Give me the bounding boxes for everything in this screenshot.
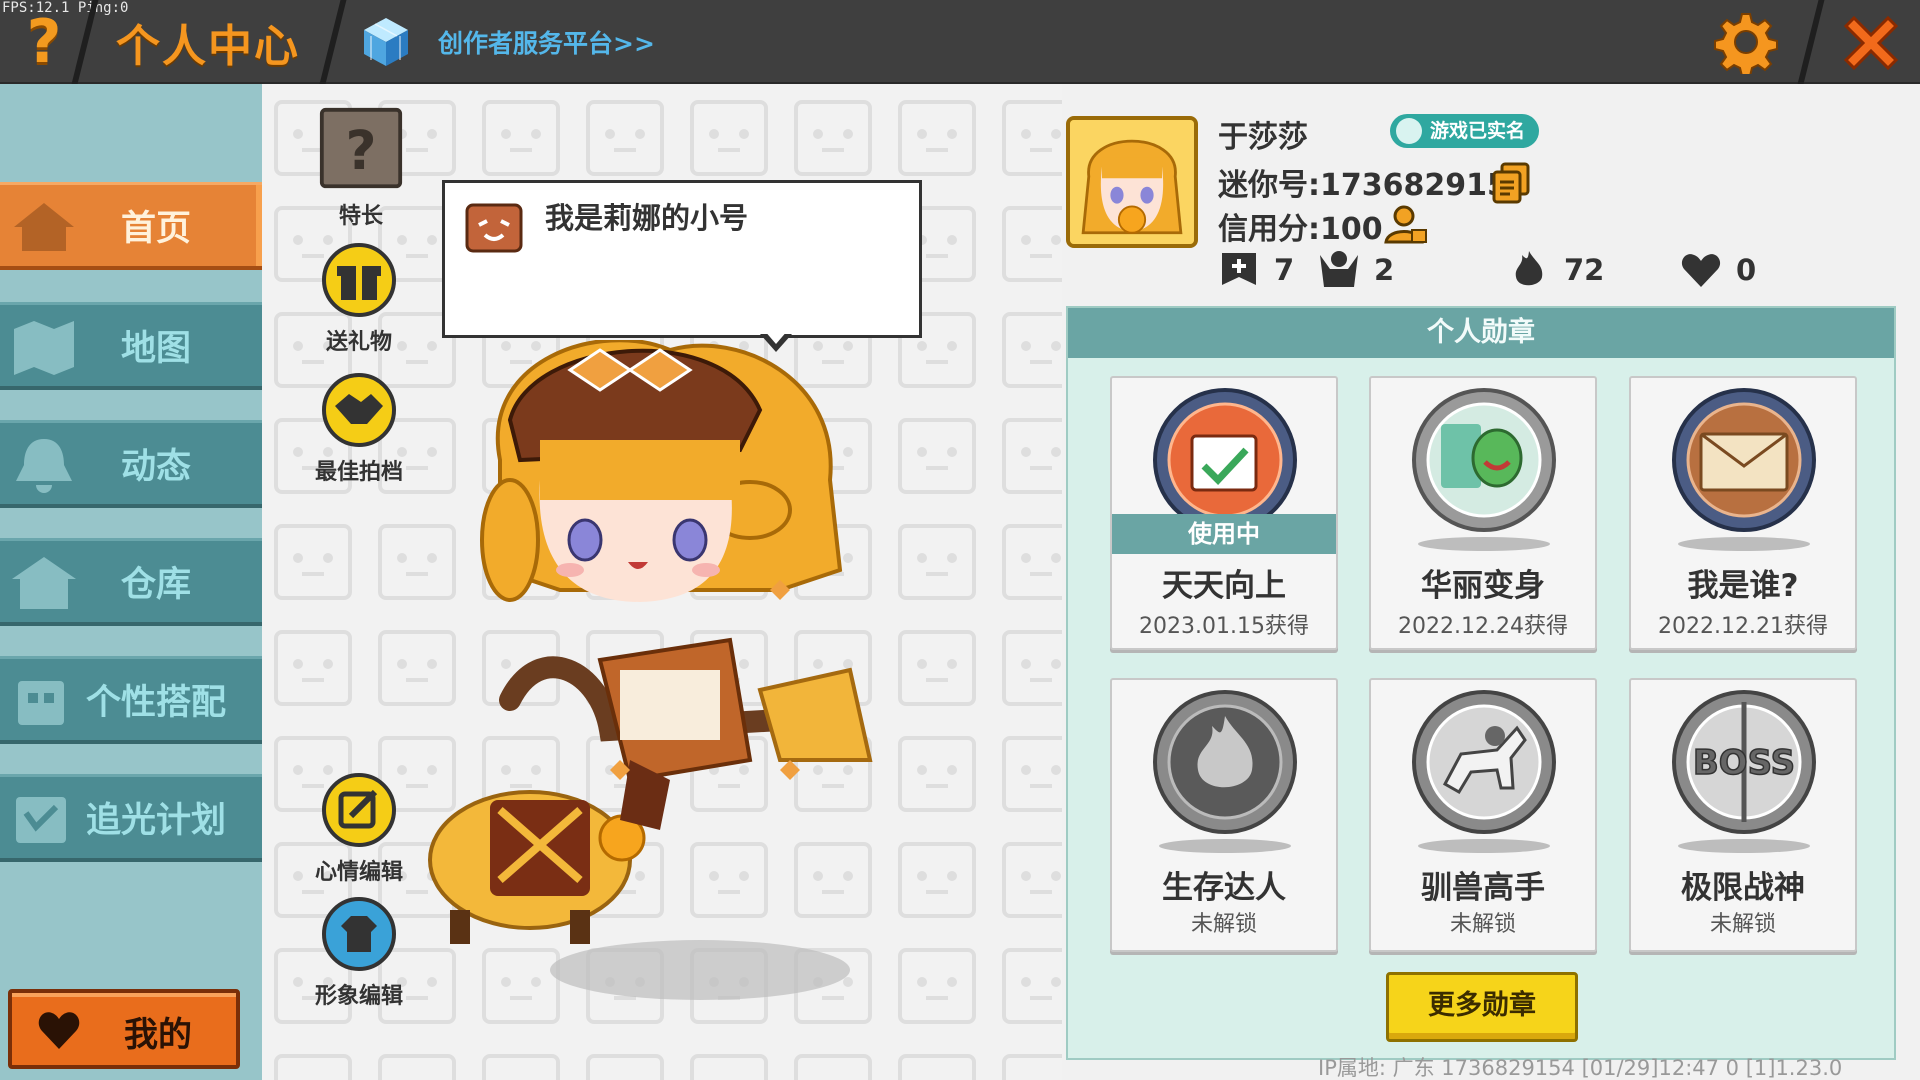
user-verified-icon (1396, 118, 1422, 144)
likes-stat[interactable]: 0 (1680, 248, 1756, 292)
medal-date: 2022.12.21获得 (1658, 614, 1828, 639)
medal-card[interactable]: 使用中 天天向上 2023.01.15获得 (1110, 376, 1338, 650)
likes-count: 0 (1736, 253, 1757, 287)
sidebar-item-outfit[interactable]: 个性搭配 (0, 656, 262, 744)
friends-count: 7 (1274, 253, 1295, 287)
friends-stat[interactable]: 7 (1218, 248, 1294, 292)
sidebar-item-home[interactable]: 首页 (0, 182, 262, 270)
medal-lock-status: 未解锁 (1449, 912, 1516, 937)
question-box-icon: ? (319, 107, 403, 189)
close-icon[interactable] (1836, 8, 1906, 78)
top-bar: FPS:12.1 Ping:0 ? 个人中心 创作者服务平台>> (0, 0, 1920, 84)
fans-icon (1320, 251, 1358, 287)
cube-icon[interactable] (362, 16, 410, 68)
sidebar-item-label: 个性搭配 (85, 683, 226, 723)
medal-name: 天天向上 (1162, 568, 1286, 604)
fans-count: 2 (1374, 253, 1395, 287)
fire-medal-icon (1153, 690, 1297, 853)
medal-card[interactable]: 驯兽高手 未解锁 (1369, 678, 1597, 952)
medal-lock-status: 未解锁 (1190, 912, 1257, 937)
boss-medal-icon: BOSS (1672, 690, 1816, 853)
medal-lock-status: 未解锁 (1709, 912, 1776, 937)
credit-score: 信用分:100 (1218, 212, 1383, 247)
sidebar-item-label: 地图 (120, 329, 191, 369)
send-gift-button[interactable]: 送礼物 (304, 242, 414, 356)
handshake-icon (322, 373, 396, 447)
player-avatar[interactable] (400, 340, 960, 1020)
help-button[interactable]: ? (14, 7, 74, 77)
edit-icon (322, 773, 396, 847)
envelope-medal-icon (1672, 388, 1816, 551)
fans-stat[interactable]: 2 (1318, 248, 1394, 292)
credit-user-icon[interactable] (1384, 204, 1428, 246)
medal-name: 华丽变身 (1421, 568, 1545, 604)
sidebar-item-label: 追光计划 (85, 801, 226, 841)
medal-name: 我是谁? (1687, 568, 1799, 604)
divider (1797, 0, 1825, 84)
medal-card[interactable]: 生存达人 未解锁 (1110, 678, 1338, 952)
sidebar-item-label: 仓库 (120, 565, 191, 605)
avatar-edit-button[interactable]: 形象编辑 (304, 896, 414, 1010)
medal-name: 极限战神 (1681, 870, 1805, 906)
outfit-edit-icon (322, 897, 396, 971)
sidebar-item-label: 动态 (120, 447, 191, 487)
gear-icon[interactable] (1714, 10, 1778, 74)
verified-label: 游戏已实名 (1430, 120, 1526, 142)
creator-platform-link[interactable]: 创作者服务平台>> (438, 24, 655, 60)
transform-medal-icon (1412, 388, 1556, 551)
mood-edit-label: 心情编辑 (314, 860, 403, 885)
sidebar-item-map[interactable]: 地图 (0, 302, 262, 390)
avatar-edit-label: 形象编辑 (314, 984, 403, 1009)
mood-text: 我是莉娜的小号 (545, 201, 749, 235)
in-use-label: 使用中 (1112, 514, 1336, 554)
mood-speech-bubble[interactable]: 我是莉娜的小号 (442, 180, 922, 338)
page-title: 个人中心 (116, 21, 300, 72)
sidebar-item-storage[interactable]: 仓库 (0, 538, 262, 626)
mood-edit-button[interactable]: 心情编辑 (304, 772, 414, 886)
sidebar-item-chase-light[interactable]: 追光计划 (0, 774, 262, 862)
footer-info: IP属地: 广东 1736829154 [01/29]12:47 0 [1]1.… (1318, 1056, 1843, 1080)
my-button[interactable]: 我的 (8, 989, 240, 1069)
mini-id: 迷你号:1736829154 (1218, 168, 1529, 203)
divider (319, 0, 347, 84)
medal-date: 2022.12.24获得 (1398, 614, 1568, 639)
gift-icon (322, 243, 396, 317)
medal-card[interactable]: BOSS 极限战神 未解锁 (1629, 678, 1857, 952)
specialty-button[interactable]: ? 特长 (306, 106, 416, 230)
sidebar-item-label: 首页 (120, 209, 191, 249)
medal-name: 生存达人 (1162, 870, 1286, 906)
my-button-label: 我的 (124, 1015, 192, 1055)
avatar[interactable] (1066, 116, 1198, 248)
avatar-portrait (1070, 120, 1194, 244)
question-mark: ? (345, 119, 376, 182)
medal-name: 驯兽高手 (1421, 870, 1545, 906)
specialty-label: 特长 (338, 204, 383, 229)
mini-avatar-icon (465, 203, 523, 253)
best-partner-label: 最佳拍档 (314, 460, 403, 485)
flame-icon (1515, 251, 1543, 286)
sidebar-item-activity[interactable]: 动态 (0, 420, 262, 508)
medal-date: 2023.01.15获得 (1139, 614, 1309, 639)
medal-card[interactable]: 华丽变身 2022.12.24获得 (1369, 376, 1597, 650)
more-medals-button[interactable]: 更多勋章 (1386, 972, 1578, 1042)
heart-icon (38, 1012, 80, 1049)
copy-icon[interactable] (1492, 162, 1530, 204)
username: 于莎莎 (1218, 120, 1308, 155)
heart-like-icon (1681, 254, 1721, 287)
popularity-count: 72 (1564, 253, 1605, 287)
send-gift-label: 送礼物 (325, 330, 392, 355)
pet-sheep (428, 790, 646, 944)
add-friend-icon (1222, 253, 1256, 285)
best-partner-button[interactable]: 最佳拍档 (304, 372, 414, 486)
medal-card[interactable]: 我是谁? 2022.12.21获得 (1629, 376, 1857, 650)
boss-text: BOSS (1693, 743, 1795, 783)
medal-panel-title: 个人勋章 (1068, 308, 1894, 358)
verified-badge: 游戏已实名 (1390, 114, 1540, 148)
popularity-stat[interactable]: 72 (1508, 248, 1604, 292)
horse-medal-icon (1412, 690, 1556, 853)
